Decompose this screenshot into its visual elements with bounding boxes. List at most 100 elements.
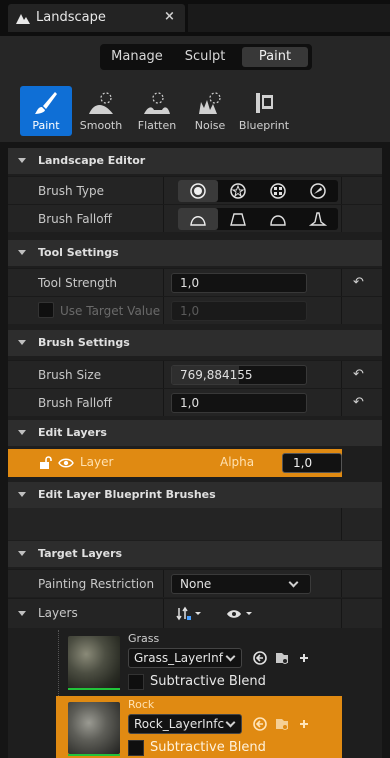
mode-selector: Manage Sculpt Paint bbox=[100, 44, 312, 70]
tool-strength-label: Tool Strength bbox=[38, 276, 118, 290]
section-title: Target Layers bbox=[38, 547, 123, 560]
target-layer-rock[interactable]: Rock Rock_LayerInfc Subtractive Blend bbox=[56, 696, 342, 758]
layer-name: Grass bbox=[128, 632, 160, 645]
smooth-tool-label: Smooth bbox=[79, 119, 123, 132]
noise-tool-button[interactable]: Noise bbox=[186, 86, 234, 136]
tab-strip-empty bbox=[188, 4, 390, 32]
sort-icon[interactable] bbox=[176, 606, 204, 622]
brush-type-row: Brush Type bbox=[8, 176, 382, 204]
landscape-tab[interactable]: Landscape × bbox=[8, 4, 185, 32]
subtractive-blend-checkbox[interactable] bbox=[128, 674, 144, 690]
brush-falloff-row: Brush Falloff 1,0 ↶ bbox=[8, 388, 382, 416]
brush-type-pattern-button[interactable] bbox=[258, 180, 298, 202]
component-brush-icon bbox=[310, 183, 326, 199]
tip-falloff-icon bbox=[309, 212, 327, 226]
falloff-smooth-button[interactable] bbox=[178, 208, 218, 230]
alpha-brush-icon bbox=[230, 183, 246, 199]
section-target-layers[interactable]: Target Layers bbox=[8, 541, 382, 567]
reset-arrow-icon[interactable]: ↶ bbox=[353, 367, 364, 382]
browse-icon[interactable] bbox=[276, 653, 288, 664]
collapse-arrow-icon bbox=[18, 551, 26, 556]
layer-weight-bar bbox=[68, 754, 120, 756]
blueprint-tool-label: Blueprint bbox=[238, 119, 290, 132]
layer-info-dropdown[interactable]: Grass_LayerInf bbox=[128, 648, 242, 668]
column-divider bbox=[341, 361, 342, 388]
collapse-arrow-icon bbox=[18, 492, 26, 497]
use-selected-icon[interactable] bbox=[253, 717, 267, 731]
smooth-tool-button[interactable]: Smooth bbox=[74, 86, 128, 136]
tool-strength-input[interactable]: 1,0 bbox=[171, 273, 307, 293]
brush-type-component-button[interactable] bbox=[298, 180, 338, 202]
brush-size-input[interactable]: 769,884155 bbox=[171, 365, 307, 385]
section-landscape-editor[interactable]: Landscape Editor bbox=[8, 148, 382, 174]
column-divider bbox=[163, 205, 164, 232]
painting-restriction-value: None bbox=[180, 577, 212, 591]
flatten-tool-button[interactable]: Flatten bbox=[130, 86, 184, 136]
brush-falloff-input[interactable]: 1,0 bbox=[171, 393, 307, 413]
mode-bar: Manage Sculpt Paint bbox=[0, 36, 390, 76]
visibility-filter-icon[interactable] bbox=[226, 607, 256, 621]
column-divider bbox=[163, 361, 164, 388]
paint-tool-button[interactable]: Paint bbox=[20, 86, 72, 136]
brush-size-row: Brush Size 769,884155 ↶ bbox=[8, 360, 382, 388]
falloff-linear-button[interactable] bbox=[218, 208, 258, 230]
add-icon[interactable] bbox=[300, 654, 308, 662]
section-blueprint-brushes[interactable]: Edit Layer Blueprint Brushes bbox=[8, 482, 382, 508]
painting-restriction-dropdown[interactable]: None bbox=[171, 574, 311, 594]
reset-arrow-icon[interactable]: ↶ bbox=[353, 395, 364, 410]
falloff-tip-button[interactable] bbox=[298, 208, 338, 230]
column-divider bbox=[163, 269, 164, 296]
blueprint-brushes-empty bbox=[8, 508, 382, 540]
layer-info-dropdown[interactable]: Rock_LayerInfc bbox=[128, 714, 242, 734]
browse-icon[interactable] bbox=[276, 719, 288, 730]
mode-sculpt-button[interactable]: Sculpt bbox=[174, 47, 236, 67]
blueprint-tool-button[interactable]: Blueprint bbox=[236, 86, 292, 136]
collapse-arrow-icon bbox=[18, 158, 26, 163]
column-divider bbox=[163, 599, 164, 628]
column-divider bbox=[341, 205, 342, 232]
reset-arrow-icon[interactable]: ↶ bbox=[353, 275, 364, 290]
tab-title: Landscape bbox=[36, 10, 106, 25]
falloff-spherical-button[interactable] bbox=[258, 208, 298, 230]
column-divider bbox=[341, 508, 342, 540]
eye-icon[interactable] bbox=[58, 457, 74, 469]
column-divider bbox=[163, 297, 164, 324]
alpha-input[interactable]: 1,0 bbox=[282, 453, 342, 473]
use-selected-icon[interactable] bbox=[253, 651, 267, 665]
section-title: Edit Layer Blueprint Brushes bbox=[38, 488, 216, 501]
section-tool-settings[interactable]: Tool Settings bbox=[8, 240, 382, 266]
collapse-arrow-icon[interactable] bbox=[18, 611, 26, 616]
title-bar: Landscape × bbox=[0, 0, 390, 36]
use-target-value-checkbox[interactable] bbox=[38, 302, 54, 318]
section-title: Brush Settings bbox=[38, 336, 130, 349]
close-icon[interactable]: × bbox=[164, 9, 175, 24]
column-divider bbox=[341, 599, 342, 628]
chevron-down-icon bbox=[225, 651, 236, 662]
section-edit-layers[interactable]: Edit Layers bbox=[8, 420, 382, 446]
layers-header-row: Layers bbox=[8, 598, 382, 628]
mode-paint-button[interactable]: Paint bbox=[242, 47, 308, 67]
brush-falloff-type-label: Brush Falloff bbox=[38, 212, 112, 226]
column-divider bbox=[341, 269, 342, 296]
mode-manage-button[interactable]: Manage bbox=[106, 47, 168, 67]
subtractive-blend-checkbox[interactable] bbox=[128, 740, 144, 756]
target-layer-grass[interactable]: Grass Grass_LayerInf Subtractive Blend bbox=[56, 630, 342, 696]
unlock-icon[interactable] bbox=[38, 456, 52, 470]
paint-tool-label: Paint bbox=[32, 119, 60, 132]
brush-type-alpha-button[interactable] bbox=[218, 180, 258, 202]
column-divider bbox=[163, 389, 164, 416]
target-value-input[interactable]: 1,0 bbox=[171, 301, 307, 321]
subtractive-blend-label: Subtractive Blend bbox=[150, 674, 266, 689]
brush-falloff-type-row: Brush Falloff bbox=[8, 204, 382, 232]
circle-brush-icon bbox=[190, 183, 206, 199]
column-divider bbox=[341, 389, 342, 416]
smooth-falloff-icon bbox=[190, 216, 206, 226]
edit-layer-row[interactable]: Layer Alpha 1,0 bbox=[8, 449, 342, 477]
layer-actions bbox=[253, 717, 308, 731]
grass-layer-thumbnail bbox=[68, 636, 120, 688]
add-icon[interactable] bbox=[300, 720, 308, 728]
flatten-tool-label: Flatten bbox=[137, 119, 177, 132]
section-brush-settings[interactable]: Brush Settings bbox=[8, 330, 382, 356]
brush-type-circle-button[interactable] bbox=[178, 180, 218, 202]
alpha-label: Alpha bbox=[220, 455, 255, 469]
